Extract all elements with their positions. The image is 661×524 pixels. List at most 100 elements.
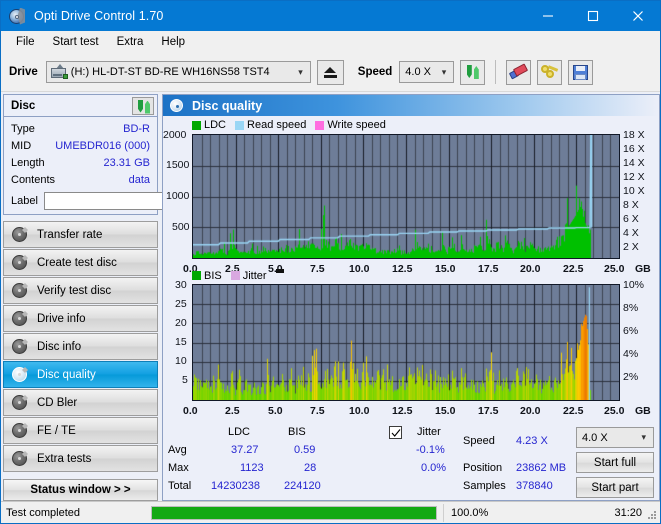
- application-window: Opti Drive Control 1.70 File Start test …: [0, 0, 661, 524]
- sidebar-item-label: Disc info: [37, 340, 82, 353]
- chevron-down-icon: ▾: [641, 432, 646, 442]
- ldc-ytick-1000: 1000: [166, 190, 190, 202]
- sidebar-item-label: Disc quality: [37, 368, 96, 381]
- start-part-button[interactable]: Start part: [576, 477, 654, 498]
- disc-icon: [12, 395, 28, 410]
- stats-row-label-avg: Avg: [168, 444, 187, 456]
- sidebar-item-fe-te[interactable]: FE / TE: [3, 417, 158, 444]
- jitter-checkbox[interactable]: [389, 426, 402, 439]
- test-speed-value: 4.0 X: [582, 431, 608, 444]
- speed-ytick-14x: 14 X: [623, 157, 645, 169]
- status-bar: Test completed 100.0% 31:20: [1, 501, 660, 523]
- sidebar-item-cd-bler[interactable]: CD Bler: [3, 389, 158, 416]
- sidebar-item-transfer-rate[interactable]: Transfer rate: [3, 221, 158, 248]
- speed-ytick-12x: 12 X: [623, 171, 645, 183]
- stats-total-ldc: 14230238: [211, 480, 260, 492]
- maximize-icon[interactable]: [570, 1, 615, 31]
- drive-select[interactable]: (H:) HL-DT-ST BD-RE WH16NS58 TST4 ▾: [45, 61, 311, 83]
- menu-item-extra[interactable]: Extra: [108, 33, 153, 51]
- speed-ytick-4x: 4 X: [623, 227, 639, 239]
- sidebar-item-label: Extra tests: [37, 452, 92, 465]
- disc-row-value: BD-R: [123, 122, 150, 135]
- sidebar-item-label: CD Bler: [37, 396, 78, 409]
- stats-col-header-bis: BIS: [288, 426, 306, 438]
- sidebar-item-label: Drive info: [37, 312, 86, 325]
- disc-row-key: Contents: [11, 173, 56, 186]
- speed-select-value: 4.0 X: [405, 66, 431, 78]
- sidebar-item-label: Create test disc: [37, 256, 117, 269]
- sidebar-item-drive-info[interactable]: Drive info: [3, 305, 158, 332]
- bis-chart-legend: BIS Jitter: [192, 269, 284, 282]
- disc-row-value: data: [128, 173, 150, 186]
- disc-row-key: Length: [11, 156, 45, 169]
- sidebar-item-verify-test-disc[interactable]: Verify test disc: [3, 277, 158, 304]
- legend-label: Write speed: [327, 119, 386, 131]
- progress-bar: [151, 505, 437, 520]
- legend-label: LDC: [204, 119, 227, 131]
- menu-item-file[interactable]: File: [7, 33, 44, 51]
- sidebar-item-label: FE / TE: [37, 424, 76, 437]
- title-bar: Opti Drive Control 1.70: [1, 1, 660, 31]
- minimize-icon[interactable]: [525, 1, 570, 31]
- stats-max-bis: 28: [304, 462, 317, 474]
- bis-ytick-15: 15: [175, 336, 187, 348]
- legend-label: Read speed: [247, 119, 307, 131]
- speed-select[interactable]: 4.0 X ▾: [399, 61, 455, 83]
- keys-button[interactable]: [537, 59, 563, 85]
- disc-info-panel: Disc Type BD-R MID UMEBDR016 (000) Lengt…: [3, 94, 246, 215]
- refresh-button[interactable]: [460, 59, 486, 85]
- speed-ytick-2x: 2 X: [623, 241, 639, 253]
- disc-icon: [12, 367, 28, 382]
- refresh-icon: [465, 64, 481, 80]
- ldc-ytick-1500: 1500: [166, 159, 190, 171]
- sidebar-item-label: Transfer rate: [37, 228, 103, 241]
- sidebar-item-disc-info[interactable]: Disc info: [3, 333, 158, 360]
- status-window-button[interactable]: Status window > >: [3, 479, 158, 501]
- disc-row-value: UMEBDR016 (000): [55, 139, 150, 152]
- disc-row-contents: Contents data: [4, 171, 157, 188]
- start-full-button[interactable]: Start full: [576, 452, 654, 473]
- legend-swatch: [230, 271, 240, 280]
- bis-xtick-2: 5.0: [268, 405, 283, 417]
- disc-quality-panel: Disc quality LDC Read speed Write speed: [162, 94, 660, 501]
- status-message: Test completed: [6, 506, 80, 519]
- jitter-ytick-8pct: 8%: [623, 302, 639, 314]
- stats-row-label-total: Total: [168, 480, 192, 492]
- stats-max-jitter: 0.0%: [421, 462, 447, 474]
- drive-icon: [50, 64, 68, 79]
- jitter-ytick-10pct: 10%: [623, 279, 645, 291]
- save-button[interactable]: [568, 59, 594, 85]
- speed-ytick-16x: 16 X: [623, 143, 645, 155]
- test-speed-select[interactable]: 4.0 X ▾: [576, 427, 654, 448]
- status-window-wrap: Status window > >: [3, 479, 158, 501]
- legend-label: BIS: [204, 269, 222, 282]
- position-readout-label: Position: [463, 462, 503, 474]
- erase-button[interactable]: [506, 59, 532, 85]
- disc-refresh-button[interactable]: [132, 96, 154, 115]
- menu-item-help[interactable]: Help: [152, 33, 194, 51]
- legend-swatch: [235, 120, 245, 130]
- jitter-ytick-2pct: 2%: [623, 371, 639, 383]
- ldc-ytick-2000: 2000: [163, 129, 187, 141]
- resize-grip[interactable]: [647, 510, 657, 520]
- sidebar-item-disc-quality[interactable]: Disc quality: [3, 361, 158, 388]
- disc-row-length: Length 23.31 GB: [4, 154, 157, 171]
- sidebar-item-create-test-disc[interactable]: Create test disc: [3, 249, 158, 276]
- disc-row-value: 23.31 GB: [103, 156, 150, 169]
- disc-quality-icon: [170, 99, 183, 112]
- samples-readout-label: Samples: [463, 480, 506, 492]
- window-controls: [525, 1, 660, 31]
- sidebar-item-extra-tests[interactable]: Extra tests: [3, 445, 158, 472]
- stats-row-label-max: Max: [168, 462, 189, 474]
- disc-icon: [12, 255, 28, 270]
- position-readout-value: 23862 MB: [516, 462, 567, 474]
- menu-item-start-test[interactable]: Start test: [44, 33, 108, 51]
- disc-icon: [12, 423, 28, 438]
- close-icon[interactable]: [615, 1, 660, 31]
- jitter-ytick-4pct: 4%: [623, 348, 639, 360]
- eject-button[interactable]: [316, 59, 344, 85]
- stats-avg-bis: 0.59: [294, 444, 316, 456]
- disc-row-mid: MID UMEBDR016 (000): [4, 137, 157, 154]
- drive-label: Drive: [9, 66, 38, 78]
- disc-icon: [12, 227, 28, 242]
